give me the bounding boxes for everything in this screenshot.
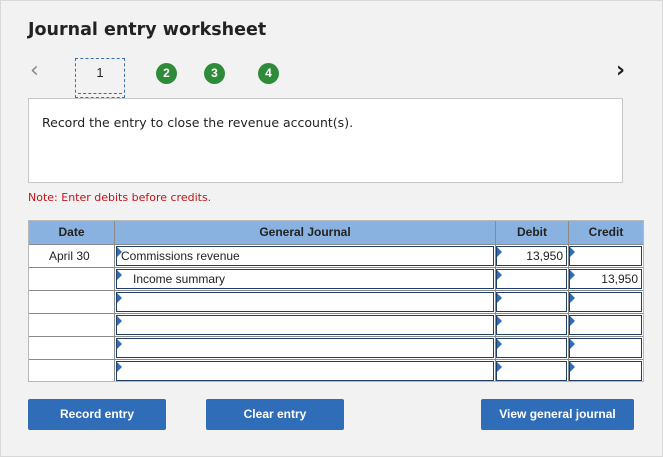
instruction-box: Record the entry to close the revenue ac… bbox=[28, 98, 623, 183]
note-text: Note: Enter debits before credits. bbox=[28, 191, 212, 204]
step-1-button[interactable]: 1 bbox=[75, 58, 125, 98]
row-6-debit-field[interactable] bbox=[496, 361, 567, 381]
chevron-right-icon[interactable]: › bbox=[616, 60, 625, 82]
header-general-journal: General Journal bbox=[259, 225, 351, 239]
row-6-credit-field[interactable] bbox=[569, 361, 642, 381]
instruction-text: Record the entry to close the revenue ac… bbox=[42, 115, 354, 130]
row-3-credit-field[interactable] bbox=[569, 292, 642, 312]
step-4-button[interactable]: 4 bbox=[258, 63, 279, 84]
table-header: Date General Journal Debit Credit bbox=[29, 221, 643, 244]
row-5-debit-field[interactable] bbox=[496, 338, 567, 358]
row-2-credit: 13,950 bbox=[601, 272, 638, 286]
record-entry-button[interactable]: Record entry bbox=[28, 399, 166, 430]
row-2-debit-field[interactable] bbox=[496, 269, 567, 289]
row-1-account: Commissions revenue bbox=[121, 249, 240, 263]
row-1-account-field[interactable]: Commissions revenue bbox=[116, 246, 494, 266]
row-2-credit-field[interactable]: 13,950 bbox=[569, 269, 642, 289]
row-4-account-field[interactable] bbox=[116, 315, 494, 335]
step-1-label: 1 bbox=[96, 65, 104, 80]
journal-table: Date General Journal Debit Credit April … bbox=[28, 220, 644, 382]
row-1-debit: 13,950 bbox=[526, 249, 563, 263]
chevron-left-icon[interactable]: ‹ bbox=[30, 60, 39, 82]
row-2-account-field[interactable]: Income summary bbox=[116, 269, 494, 289]
header-date: Date bbox=[58, 225, 85, 239]
row-3-account-field[interactable] bbox=[116, 292, 494, 312]
header-credit: Credit bbox=[588, 225, 624, 239]
view-general-journal-button[interactable]: View general journal bbox=[481, 399, 634, 430]
row-1-credit-field[interactable] bbox=[569, 246, 642, 266]
header-debit: Debit bbox=[517, 225, 547, 239]
step-3-button[interactable]: 3 bbox=[204, 63, 225, 84]
row-4-debit-field[interactable] bbox=[496, 315, 567, 335]
row-1-debit-field[interactable]: 13,950 bbox=[496, 246, 567, 266]
step-2-button[interactable]: 2 bbox=[156, 63, 177, 84]
page-title: Journal entry worksheet bbox=[28, 20, 267, 40]
row-5-account-field[interactable] bbox=[116, 338, 494, 358]
row-3-debit-field[interactable] bbox=[496, 292, 567, 312]
clear-entry-button[interactable]: Clear entry bbox=[206, 399, 344, 430]
row-2-account: Income summary bbox=[133, 272, 226, 286]
row-6-account-field[interactable] bbox=[116, 361, 494, 381]
row-4-credit-field[interactable] bbox=[569, 315, 642, 335]
row-5-credit-field[interactable] bbox=[569, 338, 642, 358]
row-1-date: April 30 bbox=[49, 249, 90, 263]
